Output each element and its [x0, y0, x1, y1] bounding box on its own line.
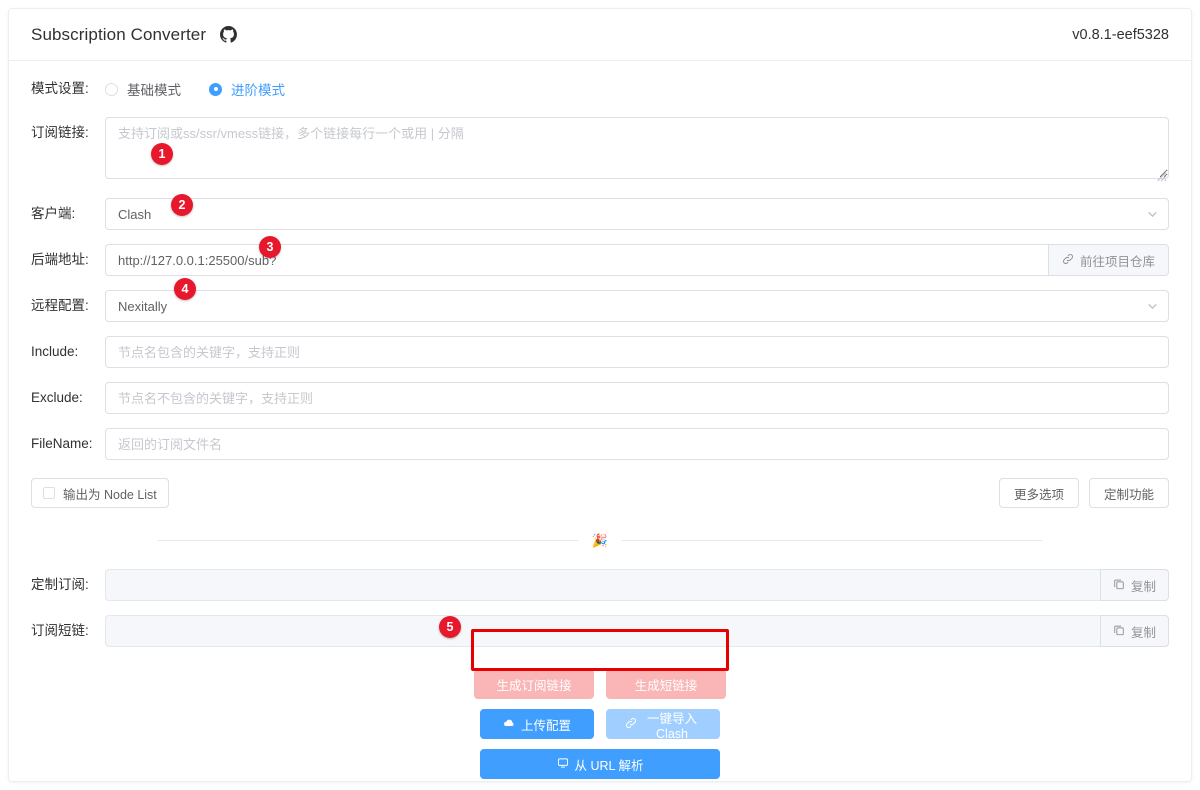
- divider-line-left: [157, 540, 578, 541]
- copy-icon: [1113, 578, 1125, 593]
- sub-link-label: 订阅链接:: [31, 125, 89, 140]
- exclude-field: [105, 382, 1169, 414]
- client-select[interactable]: [105, 198, 1169, 230]
- sub-link-row: 订阅链接:: [31, 117, 1169, 184]
- include-field: [105, 336, 1169, 368]
- generate-buttons-row: 生成订阅链接 生成短链接: [31, 669, 1169, 699]
- upload-config-button[interactable]: 上传配置: [480, 709, 594, 739]
- parse-url-row: 从 URL 解析: [31, 749, 1169, 779]
- copy-short-link-button[interactable]: 复制: [1099, 615, 1169, 647]
- include-input[interactable]: [105, 336, 1169, 368]
- card-header: Subscription Converter v0.8.1-eef5328: [9, 9, 1191, 61]
- copy-custom-sub-label: 复制: [1130, 579, 1156, 594]
- custom-sub-label: 定制订阅:: [31, 577, 89, 592]
- header-title-group: Subscription Converter: [31, 24, 238, 45]
- backend-row: 后端地址: 前往项目仓库: [31, 244, 1169, 276]
- parse-from-url-label: 从 URL 解析: [574, 758, 644, 773]
- exclude-label: Exclude:: [31, 390, 83, 405]
- short-link-input-group: 复制: [105, 615, 1169, 647]
- options-right-buttons: 更多选项 定制功能: [998, 478, 1169, 508]
- radio-dot-advanced: [209, 82, 222, 96]
- include-label: Include:: [31, 344, 79, 359]
- checkbox-box: [43, 487, 55, 499]
- node-list-label: 输出为 Node List: [63, 487, 157, 502]
- copy-short-link-label: 复制: [1130, 625, 1156, 640]
- page-title: Subscription Converter: [31, 24, 207, 44]
- radio-basic-mode[interactable]: 基础模式: [105, 79, 181, 99]
- annotation-badge-3: 3: [259, 236, 281, 258]
- client-label: 客户端:: [31, 206, 76, 221]
- annotation-badge-4: 4: [174, 278, 196, 300]
- divider-line-right: [622, 540, 1043, 541]
- card-body: 模式设置: 基础模式 进阶模式 订阅链接: 支持订阅或ss/ssr/vmess链…: [9, 61, 1191, 779]
- short-link-input[interactable]: [105, 615, 1100, 647]
- go-to-repo-label: 前往项目仓库: [1079, 254, 1155, 269]
- custom-sub-input-group: 复制: [105, 569, 1169, 601]
- custom-sub-row: 定制订阅: 复制: [31, 569, 1169, 601]
- radio-label-basic: 基础模式: [127, 83, 181, 98]
- sub-link-field: [105, 117, 1169, 184]
- section-divider: 🎉: [31, 534, 1169, 547]
- filename-field: [105, 428, 1169, 460]
- short-link-row: 订阅短链: 复制: [31, 615, 1169, 647]
- radio-label-advanced: 进阶模式: [231, 83, 285, 98]
- main-card: Subscription Converter v0.8.1-eef5328 模式…: [8, 8, 1192, 782]
- mode-label: 模式设置:: [31, 81, 89, 96]
- upload-import-row: 上传配置 一键导入 Clash: [31, 709, 1169, 741]
- annotation-badge-2: 2: [171, 194, 193, 216]
- node-list-checkbox[interactable]: 输出为 Node List: [31, 478, 169, 508]
- remote-config-field: [105, 290, 1169, 322]
- version-label: v0.8.1-eef5328: [1072, 26, 1169, 43]
- filename-input[interactable]: [105, 428, 1169, 460]
- monitor-icon: [557, 757, 569, 772]
- short-link-field: 复制: [105, 615, 1169, 647]
- include-row: Include:: [31, 336, 1169, 368]
- divider-emoji: 🎉: [591, 533, 609, 548]
- generate-sub-link-button[interactable]: 生成订阅链接: [474, 669, 594, 699]
- backend-label: 后端地址:: [31, 252, 89, 267]
- client-row: 客户端:: [31, 198, 1169, 230]
- options-row: 输出为 Node List 更多选项 定制功能: [31, 478, 1169, 508]
- import-clash-label: 一键导入 Clash: [646, 711, 697, 741]
- copy-icon: [1113, 624, 1125, 639]
- remote-config-select[interactable]: [105, 290, 1169, 322]
- import-clash-button[interactable]: 一键导入 Clash: [606, 709, 720, 741]
- go-to-repo-button[interactable]: 前往项目仓库: [1047, 244, 1169, 276]
- sub-link-textarea[interactable]: [105, 117, 1169, 179]
- app-window: Subscription Converter v0.8.1-eef5328 模式…: [0, 0, 1200, 790]
- copy-custom-sub-button[interactable]: 复制: [1099, 569, 1169, 601]
- cloud-upload-icon: [503, 717, 515, 732]
- link-chain-icon: [625, 717, 637, 732]
- custom-sub-field: 复制: [105, 569, 1169, 601]
- link-icon: [1062, 253, 1074, 268]
- backend-input[interactable]: [105, 244, 1048, 276]
- generate-short-link-button[interactable]: 生成短链接: [606, 669, 726, 699]
- filename-row: FileName:: [31, 428, 1169, 460]
- short-link-label: 订阅短链:: [31, 623, 89, 638]
- upload-config-label: 上传配置: [520, 718, 571, 733]
- radio-dot-basic: [105, 82, 118, 96]
- filename-label: FileName:: [31, 436, 93, 451]
- radio-advanced-mode[interactable]: 进阶模式: [209, 79, 285, 99]
- action-buttons: 生成订阅链接 生成短链接 上传配置 一键导入 Clash 从 URL 解析: [31, 669, 1169, 779]
- mode-setting-row: 模式设置: 基础模式 进阶模式: [31, 79, 1169, 99]
- more-options-button[interactable]: 更多选项: [998, 478, 1079, 508]
- exclude-row: Exclude:: [31, 382, 1169, 414]
- github-icon[interactable]: [220, 26, 238, 43]
- custom-features-button[interactable]: 定制功能: [1088, 478, 1169, 508]
- remote-config-label: 远程配置:: [31, 298, 89, 313]
- annotation-badge-1: 1: [151, 143, 173, 165]
- parse-from-url-button[interactable]: 从 URL 解析: [480, 749, 720, 779]
- custom-sub-input[interactable]: [105, 569, 1100, 601]
- annotation-badge-5: 5: [439, 616, 461, 638]
- remote-config-row: 远程配置:: [31, 290, 1169, 322]
- exclude-input[interactable]: [105, 382, 1169, 414]
- client-field: [105, 198, 1169, 230]
